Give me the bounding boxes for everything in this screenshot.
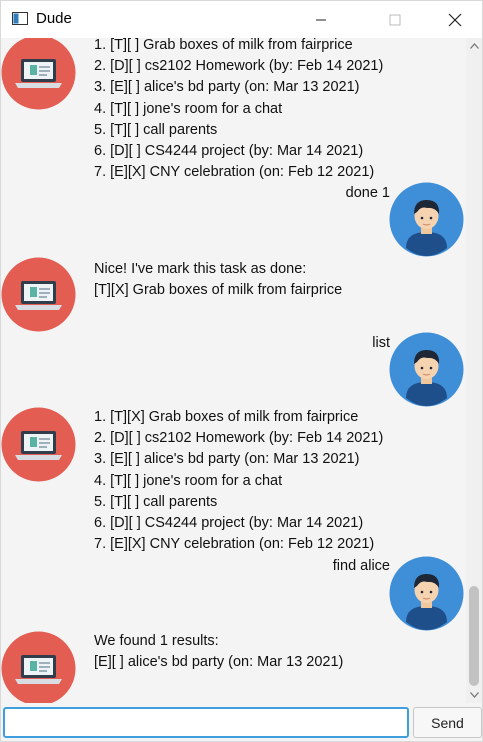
chat-panel[interactable]: 1. [T][ ] Grab boxes of milk from fairpr… — [1, 38, 466, 703]
chat-scrollbar[interactable] — [466, 38, 482, 703]
bot-avatar — [1, 407, 76, 482]
input-bar: Send — [1, 703, 482, 741]
send-button[interactable]: Send — [413, 707, 482, 738]
scroll-thumb[interactable] — [469, 586, 479, 686]
close-icon — [448, 13, 462, 26]
message-line: 6. [D][ ] CS4244 project (by: Mar 14 202… — [94, 514, 364, 531]
app-window: Dude 1. [T][ ] Grab boxes of milk from f… — [0, 0, 483, 742]
message-line: 5. [T][ ] call parents — [94, 493, 218, 510]
scroll-down-button[interactable] — [466, 687, 482, 703]
message-line: 2. [D][ ] cs2102 Homework (by: Feb 14 20… — [94, 430, 384, 447]
bot-message: Nice! I've mark this task as done: [T][X… — [94, 259, 342, 301]
message-line: 5. [T][ ] call parents — [94, 121, 218, 138]
message-line: [E][ ] alice's bd party (on: Mar 13 2021… — [94, 654, 344, 671]
message-line: 2. [D][ ] cs2102 Homework (by: Feb 14 20… — [94, 58, 384, 75]
message-line: 3. [E][ ] alice's bd party (on: Mar 13 2… — [94, 451, 360, 468]
minimize-icon — [316, 19, 326, 20]
user-message: done 1 — [345, 185, 390, 201]
bot-message: We found 1 results: [E][ ] alice's bd pa… — [94, 631, 343, 673]
user-avatar — [389, 556, 464, 631]
chevron-down-icon — [469, 692, 479, 698]
message-line: 7. [E][X] CNY celebration (on: Feb 12 20… — [94, 536, 375, 553]
message-input[interactable] — [3, 707, 409, 738]
message-line: 3. [E][ ] alice's bd party (on: Mar 13 2… — [94, 79, 360, 96]
message-line: 1. [T][X] Grab boxes of milk from fairpr… — [94, 409, 359, 425]
scroll-up-button[interactable] — [466, 38, 482, 54]
bot-avatar — [1, 38, 76, 110]
bot-avatar — [1, 257, 76, 332]
bot-avatar — [1, 631, 76, 703]
user-message: list — [372, 335, 390, 351]
message-line: 6. [D][ ] CS4244 project (by: Mar 14 202… — [94, 142, 364, 159]
message-line: [T][X] Grab boxes of milk from fairprice — [94, 282, 343, 299]
title-bar[interactable]: Dude — [1, 1, 482, 38]
minimize-button[interactable] — [298, 1, 344, 38]
window-title: Dude — [36, 10, 72, 27]
app-window-icon — [12, 12, 28, 25]
message-line: 1. [T][ ] Grab boxes of milk from fairpr… — [94, 38, 353, 53]
maximize-icon — [389, 14, 401, 25]
user-avatar — [389, 332, 464, 407]
user-avatar — [389, 182, 464, 257]
bot-message: 1. [T][ ] Grab boxes of milk from fairpr… — [94, 38, 383, 183]
bot-message: 1. [T][X] Grab boxes of milk from fairpr… — [94, 407, 383, 555]
message-line: Nice! I've mark this task as done: — [94, 261, 307, 277]
message-line: 4. [T][ ] jone's room for a chat — [94, 100, 283, 117]
maximize-button[interactable] — [372, 1, 418, 38]
message-line: We found 1 results: — [94, 633, 219, 649]
message-line: 7. [E][X] CNY celebration (on: Feb 12 20… — [94, 164, 375, 181]
message-line: 4. [T][ ] jone's room for a chat — [94, 472, 283, 489]
close-button[interactable] — [432, 1, 478, 38]
user-message: find alice — [332, 558, 390, 574]
chevron-up-icon — [469, 43, 479, 49]
